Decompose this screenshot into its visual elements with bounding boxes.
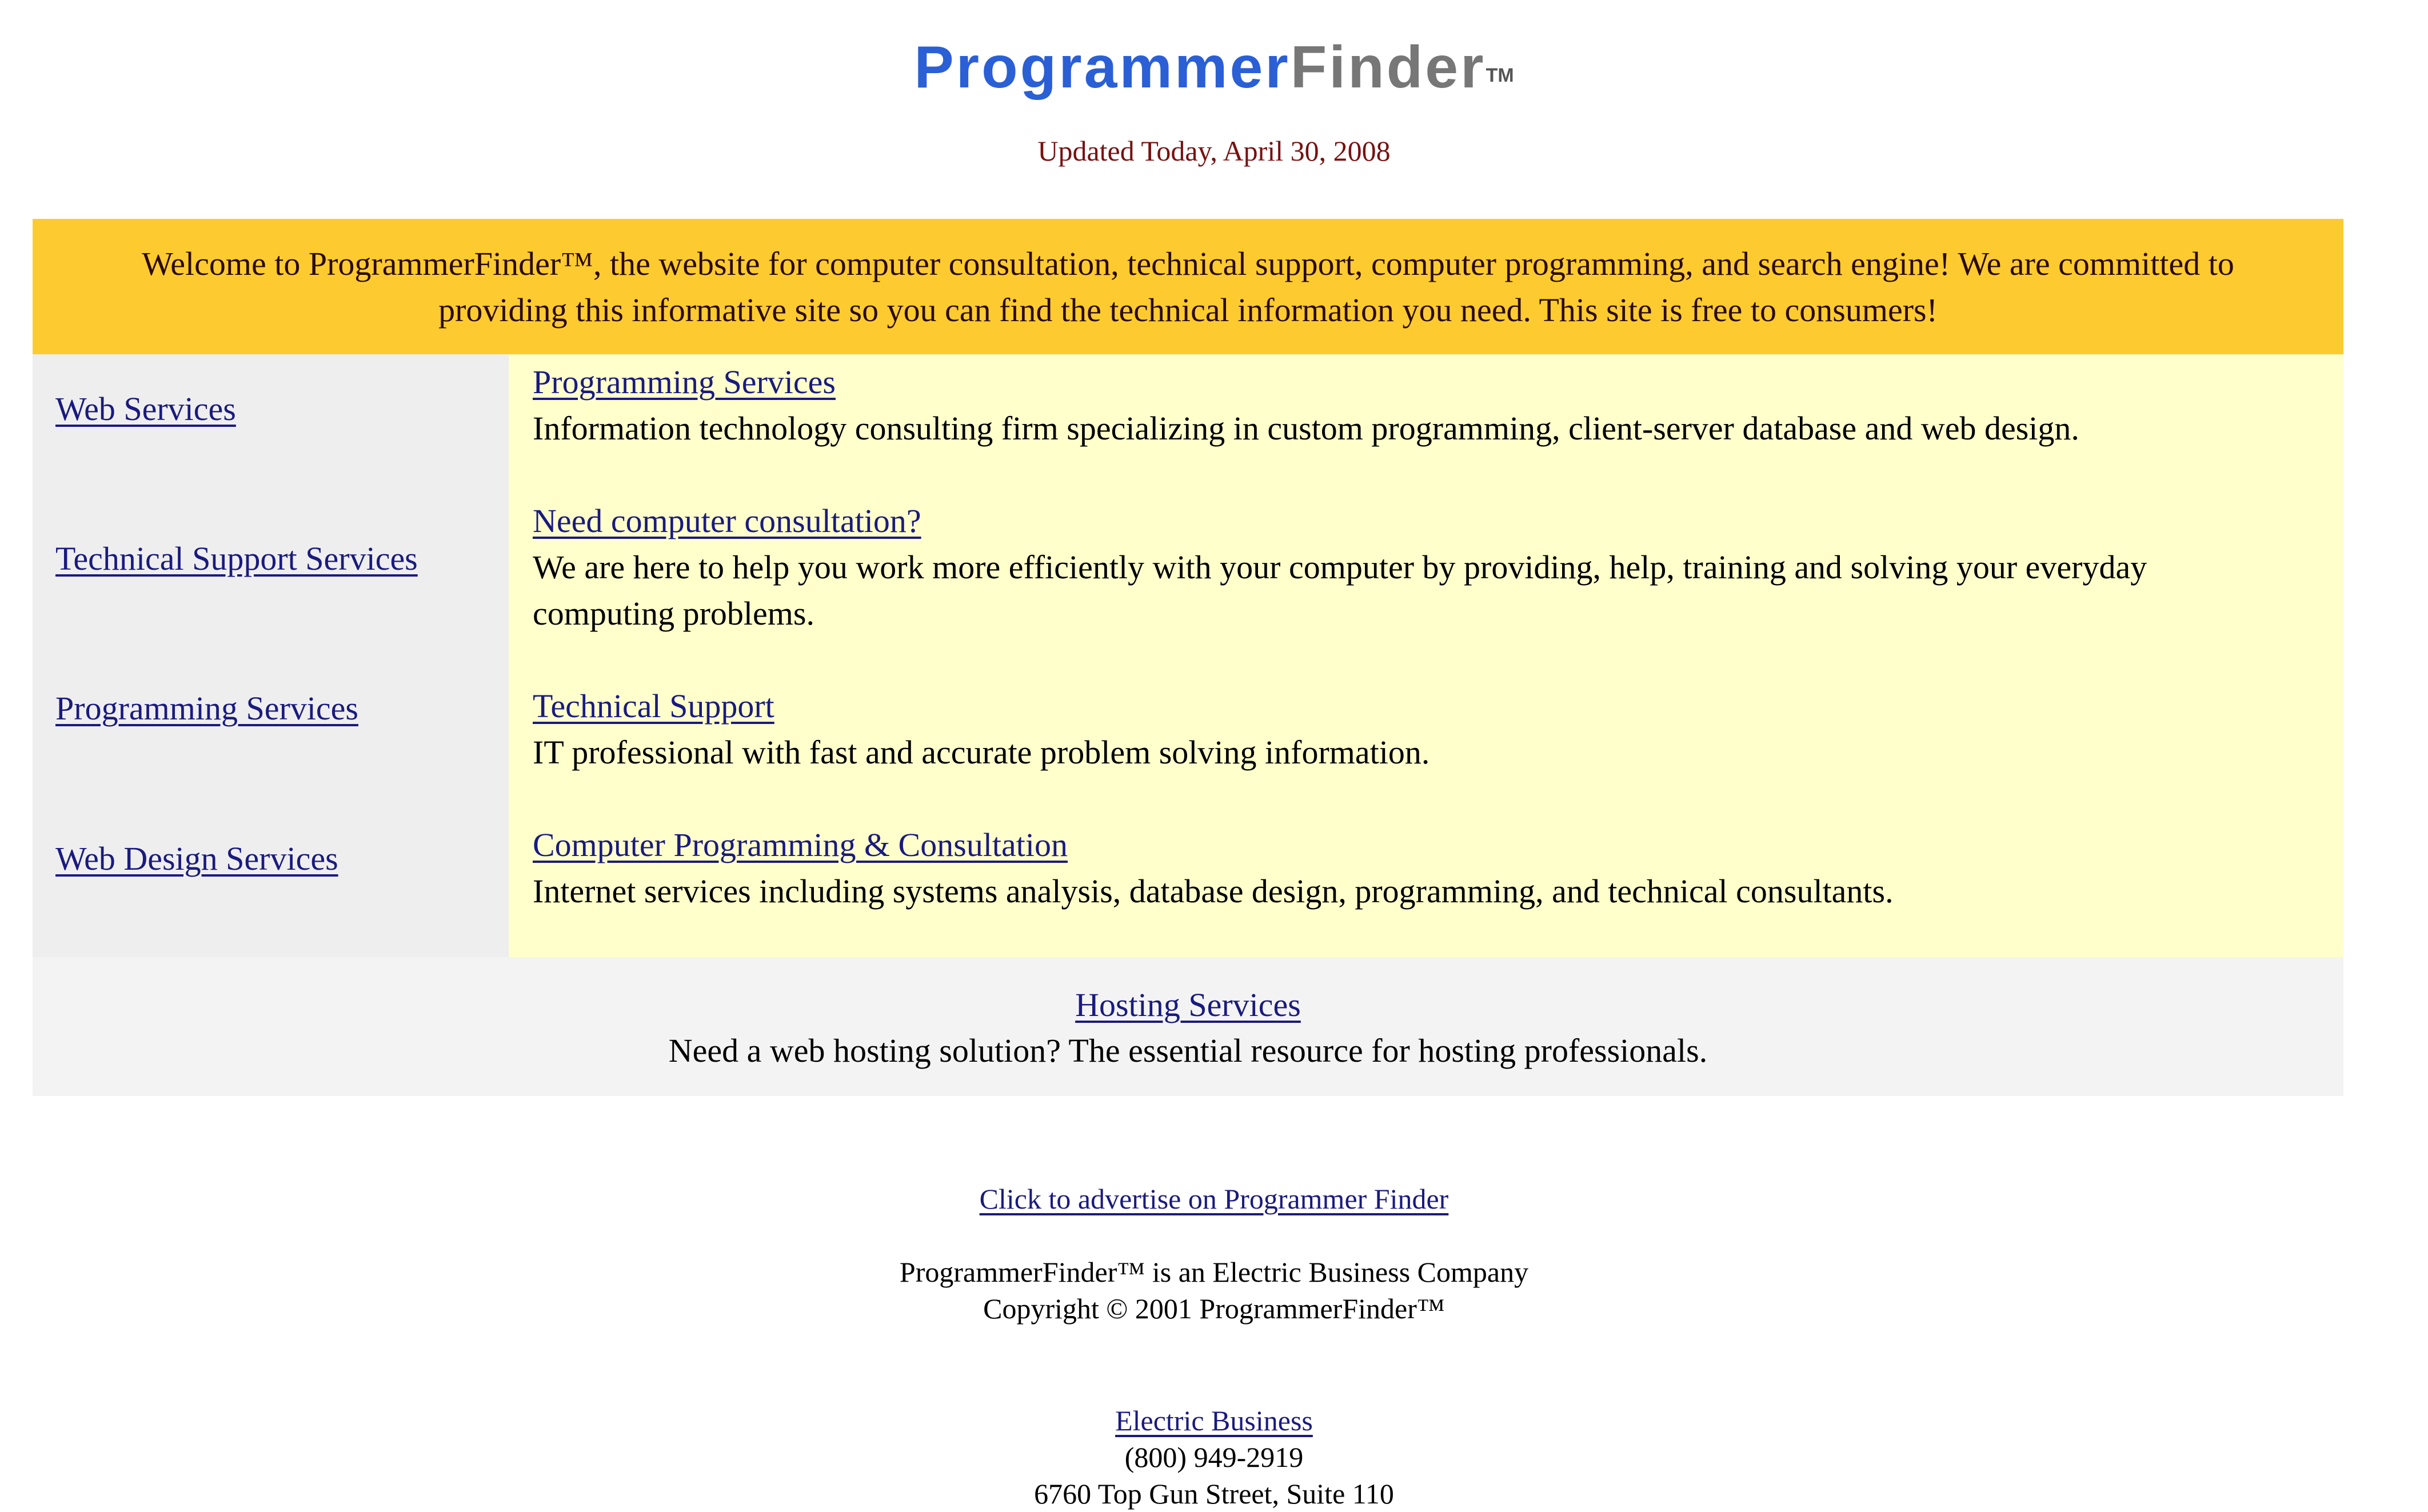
advertise-line: Click to advertise on Programmer Finder bbox=[0, 1181, 2428, 1217]
listings-column: Programming Services Information technol… bbox=[509, 354, 2343, 957]
hosting-description: Need a web hosting solution? The essenti… bbox=[668, 1032, 1708, 1069]
listing-description: Internet services including systems anal… bbox=[533, 873, 1894, 910]
listing-item: Technical Support IT professional with f… bbox=[533, 683, 2195, 775]
street-address: 6760 Top Gun Street, Suite 110 bbox=[1034, 1478, 1394, 1510]
listing-description: We are here to help you work more effici… bbox=[533, 549, 2147, 632]
listing-title-link[interactable]: Technical Support bbox=[533, 687, 774, 725]
copyright-line: Copyright © 2001 ProgrammerFinder™ bbox=[983, 1293, 1445, 1325]
phone-number: (800) 949-2919 bbox=[1124, 1441, 1304, 1473]
logo-text-programmer: Programmer bbox=[914, 34, 1291, 101]
listing-title-link[interactable]: Computer Programming & Consultation bbox=[533, 826, 1068, 863]
listing-title-link[interactable]: Programming Services bbox=[533, 363, 836, 401]
logo-text-finder: Finder bbox=[1290, 34, 1486, 101]
welcome-banner: Welcome to ProgrammerFinder™, the websit… bbox=[33, 219, 2343, 354]
listing-description: Information technology consulting firm s… bbox=[533, 410, 2079, 447]
company-line: ProgrammerFinder™ is an Electric Busines… bbox=[899, 1256, 1529, 1288]
listing-item: Programming Services Information technol… bbox=[533, 359, 2195, 451]
sidebar-link-web-services[interactable]: Web Services bbox=[55, 386, 236, 432]
welcome-text: Welcome to ProgrammerFinder™, the websit… bbox=[142, 245, 2234, 329]
listing-description: IT professional with fast and accurate p… bbox=[533, 734, 1430, 771]
listing-item: Computer Programming & Consultation Inte… bbox=[533, 822, 2195, 914]
sidebar-link-technical-support-services[interactable]: Technical Support Services bbox=[55, 536, 418, 582]
site-logo: ProgrammerFinderTM bbox=[0, 27, 2428, 107]
hosting-services-link[interactable]: Hosting Services bbox=[1075, 986, 1301, 1023]
trademark-mark: TM bbox=[1485, 65, 1514, 86]
hosting-section: Hosting Services Need a web hosting solu… bbox=[33, 957, 2343, 1096]
advertise-link[interactable]: Click to advertise on Programmer Finder bbox=[980, 1183, 1449, 1215]
listing-item: Need computer consultation? We are here … bbox=[533, 498, 2195, 637]
sidebar-link-web-design-services[interactable]: Web Design Services bbox=[55, 836, 338, 882]
electric-business-link[interactable]: Electric Business bbox=[1115, 1405, 1313, 1437]
company-link-line: Electric Business bbox=[0, 1402, 2428, 1439]
listing-title-link[interactable]: Need computer consultation? bbox=[533, 502, 921, 539]
sidebar-link-programming-services[interactable]: Programming Services bbox=[55, 686, 358, 731]
updated-date: Updated Today, April 30, 2008 bbox=[1037, 135, 1391, 167]
main-directory-table: Web Services Technical Support Services … bbox=[33, 354, 2343, 957]
sidebar-column: Web Services Technical Support Services … bbox=[33, 354, 509, 957]
